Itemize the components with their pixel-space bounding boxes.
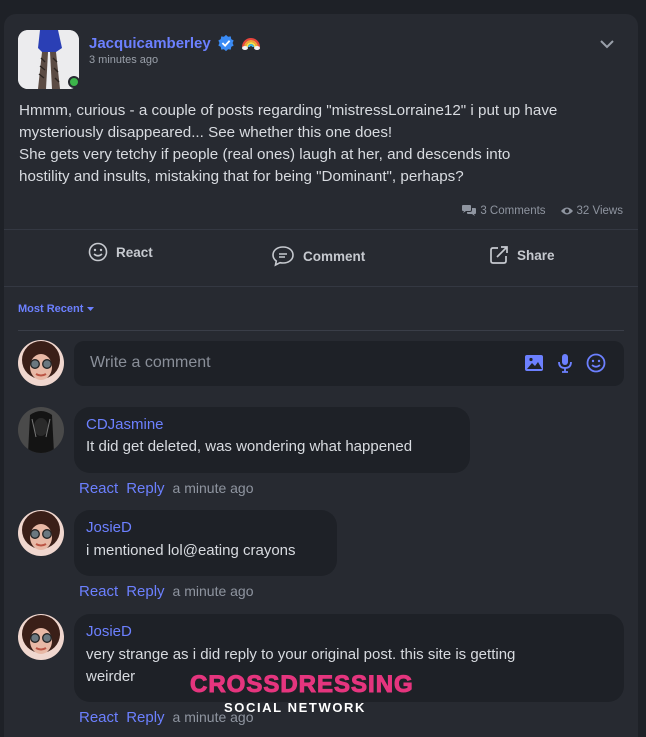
sort-dropdown[interactable]: Most Recent xyxy=(18,303,95,315)
views-stat: 32 Views xyxy=(560,205,623,217)
comments-stat[interactable]: 3 Comments xyxy=(461,204,546,217)
commenter-avatar[interactable] xyxy=(18,407,64,453)
share-button[interactable]: Share xyxy=(489,245,555,265)
sort-label: Most Recent xyxy=(18,303,84,315)
image-icon[interactable] xyxy=(523,352,545,374)
comment-author[interactable]: JosieD xyxy=(86,519,132,536)
emoji-icon[interactable] xyxy=(585,352,607,374)
comment-react-link[interactable]: React xyxy=(79,709,118,726)
rainbow-icon xyxy=(241,38,260,50)
watermark-title: CROSSDRESSING xyxy=(190,671,414,698)
watermark-subtitle: SOCIAL NETWORK xyxy=(223,700,367,715)
comment-bubble: JosieD i mentioned lol@eating crayons xyxy=(74,510,337,576)
divider xyxy=(4,286,638,287)
comment-button[interactable]: Comment xyxy=(271,245,365,267)
post-stats: 3 Comments 32 Views xyxy=(461,204,623,217)
commenter-avatar[interactable] xyxy=(18,510,64,556)
comment-author[interactable]: CDJasmine xyxy=(86,416,164,433)
comment-react-link[interactable]: React xyxy=(79,583,118,600)
online-status-indicator xyxy=(68,76,80,88)
post-body: Hmmm, curious - a couple of posts regard… xyxy=(19,100,629,188)
comment-input-box xyxy=(74,341,624,386)
post-text-line: Hmmm, curious - a couple of posts regard… xyxy=(19,102,558,119)
react-label: React xyxy=(116,244,153,260)
share-icon xyxy=(490,246,508,264)
commenter-avatar[interactable] xyxy=(18,614,64,660)
post-text-line: mysteriously disappeared... See whether … xyxy=(19,124,393,141)
comment-timestamp: a minute ago xyxy=(172,480,254,496)
comment-text: i mentioned lol@eating crayons xyxy=(86,542,296,559)
comment-author[interactable]: JosieD xyxy=(86,623,132,640)
post-text-line: She gets very tetchy if people (real one… xyxy=(19,146,511,163)
divider xyxy=(4,229,638,230)
caret-down-icon xyxy=(87,306,95,311)
comment-input[interactable] xyxy=(90,352,510,374)
comment-timestamp: a minute ago xyxy=(172,583,254,599)
post-author-name[interactable]: Jacquicamberley xyxy=(89,35,211,52)
comment-meta: React Reply a minute ago xyxy=(79,480,254,497)
divider xyxy=(18,330,624,331)
comments-icon xyxy=(462,205,477,216)
post-timestamp: 3 minutes ago xyxy=(89,54,159,66)
comment-text: It did get deleted, was wondering what h… xyxy=(86,438,413,455)
comment-reply-link[interactable]: Reply xyxy=(126,480,164,497)
post-author-row: Jacquicamberley xyxy=(89,33,261,53)
comment-label: Comment xyxy=(303,248,366,264)
comment-meta: React Reply a minute ago xyxy=(79,583,254,600)
react-button[interactable]: React xyxy=(88,242,153,262)
eye-icon xyxy=(560,207,573,214)
comment-text: very strange as i did reply to your orig… xyxy=(86,646,516,663)
comment-reply-link[interactable]: Reply xyxy=(126,583,164,600)
comments-count: 3 Comments xyxy=(480,204,546,217)
share-label: Share xyxy=(517,247,555,263)
smiley-icon xyxy=(88,242,108,262)
microphone-icon[interactable] xyxy=(554,352,576,374)
site-watermark: CROSSDRESSING SOCIAL NETWORK xyxy=(190,671,414,715)
comment-reply-link[interactable]: Reply xyxy=(126,709,164,726)
chevron-down-icon[interactable] xyxy=(598,37,616,51)
current-user-avatar[interactable] xyxy=(18,340,64,386)
views-count: 32 Views xyxy=(576,204,623,217)
post-text-line: hostility and insults, mistaking that fo… xyxy=(19,168,464,185)
comment-text: weirder xyxy=(86,668,136,685)
verified-badge-icon xyxy=(218,34,234,52)
comment-bubble-icon xyxy=(272,246,294,267)
comment-react-link[interactable]: React xyxy=(79,480,118,497)
comment-bubble: CDJasmine It did get deleted, was wonder… xyxy=(74,407,470,473)
